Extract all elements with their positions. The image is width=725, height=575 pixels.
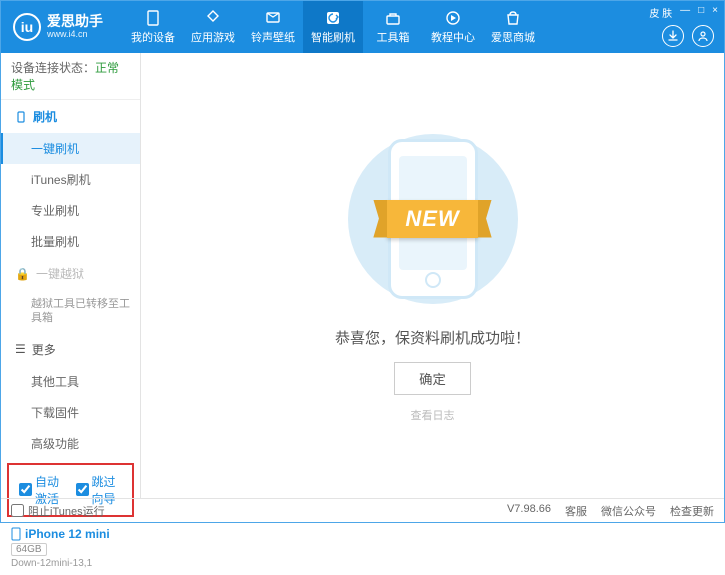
list-icon: ☰ bbox=[15, 342, 26, 356]
sidebar-item-flash-2[interactable]: 专业刷机 bbox=[1, 195, 140, 226]
sidebar-item-flash-0[interactable]: 一键刷机 bbox=[1, 133, 140, 164]
success-illustration: NEW bbox=[343, 129, 523, 309]
view-log-link[interactable]: 查看日志 bbox=[411, 407, 455, 423]
wechat-link[interactable]: 微信公众号 bbox=[601, 503, 656, 519]
app-url: www.i4.cn bbox=[47, 30, 103, 40]
device-info[interactable]: iPhone 12 mini 64GB Down-12mini-13,1 bbox=[1, 521, 140, 575]
footer: 阻止iTunes运行 V7.98.66 客服 微信公众号 检查更新 bbox=[1, 498, 724, 522]
sidebar-item-flash-1[interactable]: iTunes刷机 bbox=[1, 164, 140, 195]
maximize-button[interactable]: □ bbox=[698, 5, 704, 20]
main-content: NEW 恭喜您，保资料刷机成功啦！ 确定 查看日志 bbox=[141, 53, 724, 498]
user-icon[interactable] bbox=[692, 25, 714, 47]
sidebar-category-jailbreak[interactable]: 🔒 一键越狱 bbox=[1, 257, 140, 290]
download-icon[interactable] bbox=[662, 25, 684, 47]
update-link[interactable]: 检查更新 bbox=[670, 503, 714, 519]
sidebar-category-flash[interactable]: 刷机 bbox=[1, 100, 140, 133]
lock-icon: 🔒 bbox=[15, 267, 30, 281]
app-header: iu 爱思助手 www.i4.cn 我的设备应用游戏铃声壁纸智能刷机工具箱教程中… bbox=[1, 1, 724, 53]
apps-icon bbox=[204, 9, 222, 27]
close-button[interactable]: × bbox=[712, 5, 718, 20]
minimize-button[interactable]: — bbox=[680, 5, 690, 20]
skin-button[interactable]: 皮 肤 bbox=[649, 5, 672, 20]
success-caption: 恭喜您，保资料刷机成功啦！ bbox=[335, 327, 530, 348]
phone-icon bbox=[15, 111, 27, 123]
tutorial-icon bbox=[444, 9, 462, 27]
support-link[interactable]: 客服 bbox=[565, 503, 587, 519]
block-itunes-checkbox[interactable] bbox=[11, 504, 24, 517]
storage-badge: 64GB bbox=[11, 543, 47, 556]
app-name: 爱思助手 bbox=[47, 14, 103, 29]
sidebar-item-flash-3[interactable]: 批量刷机 bbox=[1, 226, 140, 257]
sidebar-category-more[interactable]: ☰ 更多 bbox=[1, 333, 140, 366]
top-nav: 我的设备应用游戏铃声壁纸智能刷机工具箱教程中心爱思商城 bbox=[123, 1, 543, 53]
ok-button[interactable]: 确定 bbox=[394, 362, 471, 395]
jailbreak-note: 越狱工具已转移至工具箱 bbox=[1, 290, 140, 333]
nav-item-3[interactable]: 智能刷机 bbox=[303, 1, 363, 53]
firmware-line: Down-12mini-13,1 bbox=[11, 558, 130, 569]
new-ribbon: NEW bbox=[387, 200, 477, 238]
store-icon bbox=[504, 9, 522, 27]
nav-item-6[interactable]: 爱思商城 bbox=[483, 1, 543, 53]
nav-item-0[interactable]: 我的设备 bbox=[123, 1, 183, 53]
logo-icon: iu bbox=[13, 13, 41, 41]
flash-icon bbox=[324, 9, 342, 27]
wallpaper-icon bbox=[264, 9, 282, 27]
version-label: V7.98.66 bbox=[507, 503, 551, 519]
sidebar-item-more-0[interactable]: 其他工具 bbox=[1, 366, 140, 397]
sidebar-item-more-2[interactable]: 高级功能 bbox=[1, 428, 140, 459]
phone-icon bbox=[144, 9, 162, 27]
window-controls: 皮 肤 — □ × bbox=[649, 5, 718, 20]
connection-status: 设备连接状态：正常模式 bbox=[1, 53, 140, 100]
nav-item-1[interactable]: 应用游戏 bbox=[183, 1, 243, 53]
sidebar: 设备连接状态：正常模式 刷机 一键刷机iTunes刷机专业刷机批量刷机 🔒 一键… bbox=[1, 53, 141, 498]
sidebar-item-more-1[interactable]: 下载固件 bbox=[1, 397, 140, 428]
nav-item-4[interactable]: 工具箱 bbox=[363, 1, 423, 53]
device-phone-icon bbox=[11, 527, 21, 541]
nav-item-5[interactable]: 教程中心 bbox=[423, 1, 483, 53]
nav-item-2[interactable]: 铃声壁纸 bbox=[243, 1, 303, 53]
toolbox-icon bbox=[384, 9, 402, 27]
logo: iu 爱思助手 www.i4.cn bbox=[1, 13, 115, 41]
